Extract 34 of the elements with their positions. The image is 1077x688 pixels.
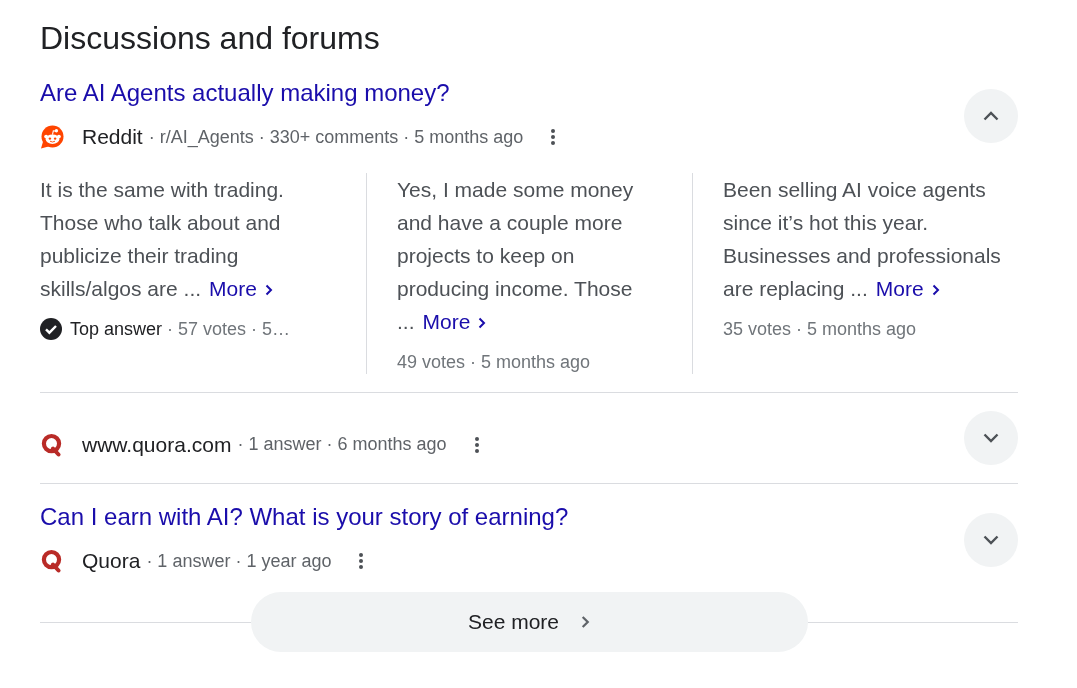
source-name: Reddit [82, 125, 143, 149]
chevron-down-icon [983, 534, 999, 545]
q-logo-icon [40, 432, 64, 457]
menu-dots-icon[interactable] [359, 553, 364, 569]
answer-meta: 35 votes · 5 months ago [723, 318, 917, 340]
chevron-up-icon [983, 110, 999, 121]
alien-logo-icon [40, 125, 64, 149]
source-name: Quora [82, 549, 141, 573]
menu-dots-icon[interactable] [474, 436, 479, 453]
chevron-right-icon [931, 284, 940, 296]
source-meta: · r/AI_Agents · 330+ comments · 5 months ago [148, 126, 524, 148]
chevron-right-icon [581, 615, 590, 629]
q-logo-icon [40, 549, 64, 573]
more-link[interactable]: More [875, 277, 940, 300]
result-title-link[interactable]: Are AI Agents actually making money? [40, 78, 450, 108]
check-circle-icon [40, 318, 62, 340]
source-name: www.quora.com [82, 432, 232, 457]
chevron-right-icon [478, 317, 487, 329]
result-title-link[interactable]: Can I earn with AI? What is your story of earning? [40, 502, 569, 532]
source-meta: · 1 answer · 6 months ago [237, 434, 447, 455]
menu-dots-icon[interactable] [551, 129, 556, 145]
answer-snippet: Yes, I made some money and have a couple more projects to keep on producing income. Those ... More [397, 177, 635, 335]
source-meta: · 1 answer · 1 year ago [146, 550, 332, 572]
answer-meta: · 57 votes · 5… [167, 318, 291, 340]
section-heading: Discussions and forums [40, 19, 380, 58]
more-link[interactable]: More [209, 277, 273, 300]
answer-meta: 49 votes · 5 months ago [397, 351, 591, 373]
answer-snippet: Been selling AI voice agents since it’s hot this year. Businesses and professionals are replacing ... More [723, 177, 1002, 302]
chevron-down-icon [983, 433, 999, 443]
chevron-right-icon [264, 284, 273, 296]
top-answer-label: Top answer [70, 318, 163, 340]
answer-snippet: It is the same with trading. Those who talk about and publicize their trading skills/algos are ... More [40, 177, 285, 302]
see-more-button[interactable]: See more [250, 592, 808, 652]
more-link[interactable]: More [422, 310, 487, 333]
